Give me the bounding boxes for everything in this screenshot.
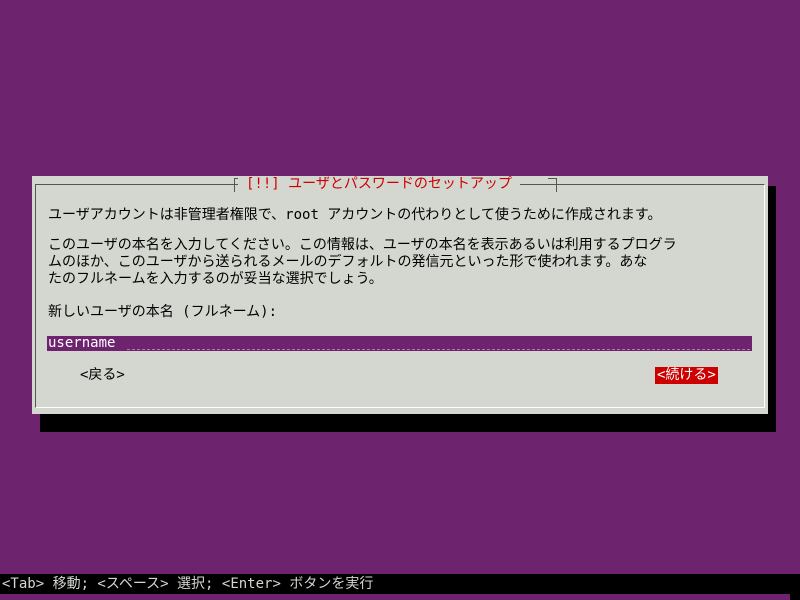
continue-button[interactable]: <続ける> xyxy=(655,367,718,384)
status-bar-cursor-block xyxy=(790,574,800,600)
user-setup-dialog: [!!] ユーザとパスワードのセットアップ ユーザアカウントは非管理者権限で、r… xyxy=(32,176,768,414)
dialog-description: ユーザアカウントは非管理者権限で、root アカウントの代わりとして使うために作… xyxy=(48,207,662,223)
back-button[interactable]: <戻る> xyxy=(80,367,125,384)
full-name-prompt-label: 新しいユーザの本名 (フルネーム): xyxy=(48,304,278,320)
dialog-title: [!!] ユーザとパスワードのセットアップ xyxy=(238,176,520,193)
full-name-input[interactable]: username xyxy=(47,336,752,351)
title-bracket-right xyxy=(548,178,557,192)
dialog-instructions-line-3: たのフルネームを入力するのが妥当な選択でしょう。 xyxy=(48,271,383,287)
dialog-instructions-line-1: このユーザの本名を入力してください。この情報は、ユーザの本名を表示あるいは利用す… xyxy=(48,237,677,253)
dialog-instructions-line-2: ムのほか、このユーザから送られるメールのデフォルトの発信元といった形で使われます… xyxy=(48,254,648,270)
full-name-input-value: username xyxy=(48,336,116,351)
status-bar: <Tab> 移動; <スペース> 選択; <Enter> ボタンを実行 xyxy=(0,574,800,594)
input-underline xyxy=(127,349,750,350)
